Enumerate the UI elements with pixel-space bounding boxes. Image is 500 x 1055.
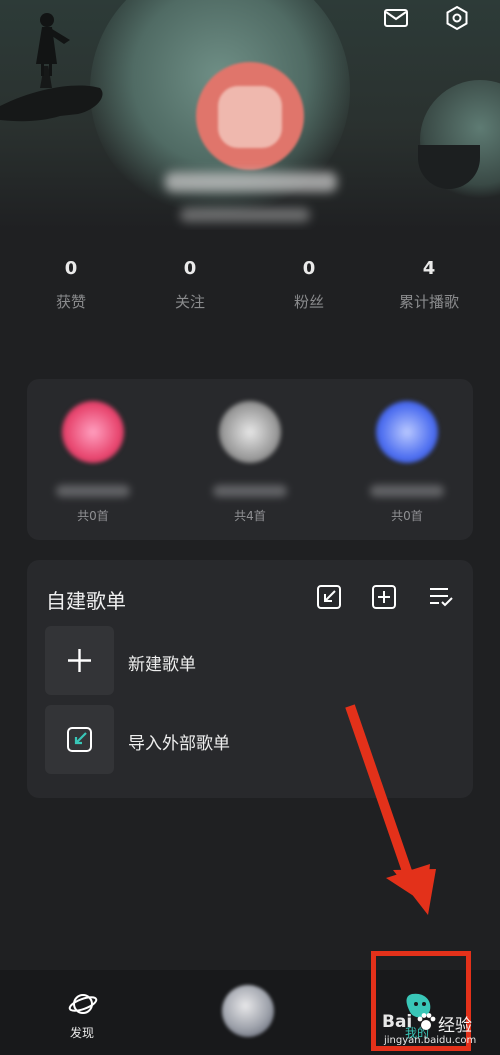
baidu-jingyan-watermark: Bai 经验 jingyan.baidu.com (382, 1012, 477, 1046)
annotation-arrow (345, 704, 436, 915)
baidu-paw-icon (417, 1013, 436, 1030)
